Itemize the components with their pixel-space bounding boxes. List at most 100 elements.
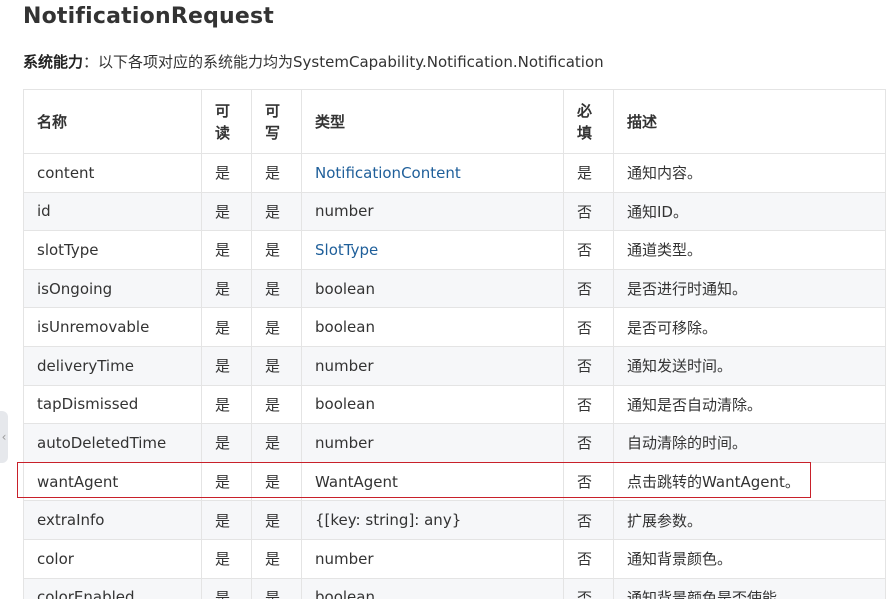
table-row: autoDeletedTime 是是 number 否自动清除的时间。: [23, 423, 886, 463]
cell-name: wantAgent: [23, 461, 202, 502]
cell-readable: 是: [201, 500, 252, 540]
cell-readable: 是: [201, 345, 252, 386]
cell-name: color: [23, 538, 202, 579]
type-link[interactable]: NotificationContent: [315, 164, 461, 182]
table-row: isOngoing 是是 boolean 否是否进行时通知。: [23, 268, 886, 309]
cell-description: 通知内容。: [613, 153, 886, 193]
cell-description: 通道类型。: [613, 230, 886, 270]
cell-writable: 是: [251, 423, 302, 463]
cell-readable: 是: [201, 153, 252, 193]
cell-writable: 是: [251, 153, 302, 193]
cell-type: number: [301, 345, 564, 386]
cell-required: 否: [563, 307, 614, 347]
cell-name: isUnremovable: [23, 307, 202, 347]
header-description: 描述: [613, 89, 886, 154]
chevron-left-icon: ‹: [1, 430, 7, 444]
cell-writable: 是: [251, 577, 302, 599]
cell-name: tapDismissed: [23, 384, 202, 425]
page: NotificationRequest 系统能力：以下各项对应的系统能力均为Sy…: [0, 0, 894, 599]
cell-required: 否: [563, 191, 614, 232]
cell-type: number: [301, 538, 564, 579]
cell-readable: 是: [201, 384, 252, 425]
cell-readable: 是: [201, 191, 252, 232]
cell-description: 是否可移除。: [613, 307, 886, 347]
cell-name: colorEnabled: [23, 577, 202, 599]
cell-name: id: [23, 191, 202, 232]
table-row: extraInfo 是是 {[key: string]: any} 否扩展参数。: [23, 500, 886, 540]
cell-readable: 是: [201, 461, 252, 502]
cell-type: WantAgent: [301, 461, 564, 502]
cell-type: number: [301, 191, 564, 232]
cell-readable: 是: [201, 230, 252, 270]
cell-type: boolean: [301, 268, 564, 309]
cell-description: 扩展参数。: [613, 500, 886, 540]
table-row: deliveryTime 是是 number 否通知发送时间。: [23, 345, 886, 386]
cell-name: deliveryTime: [23, 345, 202, 386]
notification-request-table: 名称 可读 可写 类型 必填 描述 content 是是 NotificationC…: [23, 89, 886, 599]
header-writable: 可写: [251, 89, 302, 154]
header-readable: 可读: [201, 89, 252, 154]
cell-writable: 是: [251, 307, 302, 347]
cell-type: SlotType: [301, 230, 564, 270]
table-header-row: 名称 可读 可写 类型 必填 描述: [23, 89, 886, 154]
cell-type: number: [301, 423, 564, 463]
cell-description: 通知背景颜色是否使能。: [613, 577, 886, 599]
table-row: slotType 是是 SlotType 否通道类型。: [23, 230, 886, 270]
cell-description: 通知是否自动清除。: [613, 384, 886, 425]
cell-writable: 是: [251, 230, 302, 270]
cell-writable: 是: [251, 461, 302, 502]
cell-writable: 是: [251, 384, 302, 425]
type-link[interactable]: SlotType: [315, 241, 378, 259]
cell-writable: 是: [251, 191, 302, 232]
header-type: 类型: [301, 89, 564, 154]
cell-name: content: [23, 153, 202, 193]
cell-description: 通知发送时间。: [613, 345, 886, 386]
cell-required: 否: [563, 538, 614, 579]
cell-type: boolean: [301, 577, 564, 599]
table-row: wantAgent 是是 WantAgent 否点击跳转的WantAgent。: [23, 461, 886, 502]
cell-name: slotType: [23, 230, 202, 270]
cell-description: 自动清除的时间。: [613, 423, 886, 463]
cell-required: 否: [563, 577, 614, 599]
cell-writable: 是: [251, 268, 302, 309]
cell-description: 通知背景颜色。: [613, 538, 886, 579]
cell-required: 否: [563, 345, 614, 386]
system-capability-line: 系统能力：以下各项对应的系统能力均为SystemCapability.Notif…: [23, 51, 604, 72]
cell-required: 是: [563, 153, 614, 193]
table-row: tapDismissed 是是 boolean 否通知是否自动清除。: [23, 384, 886, 425]
cell-required: 否: [563, 500, 614, 540]
cell-readable: 是: [201, 577, 252, 599]
cell-writable: 是: [251, 538, 302, 579]
header-name: 名称: [23, 89, 202, 154]
capability-text: 以下各项对应的系统能力均为SystemCapability.Notificati…: [98, 53, 604, 71]
table-row: id 是是 number 否通知ID。: [23, 191, 886, 232]
cell-description: 是否进行时通知。: [613, 268, 886, 309]
cell-description: 点击跳转的WantAgent。: [613, 461, 886, 502]
cell-name: extraInfo: [23, 500, 202, 540]
cell-required: 否: [563, 268, 614, 309]
cell-type: NotificationContent: [301, 153, 564, 193]
cell-description: 通知ID。: [613, 191, 886, 232]
cell-name: autoDeletedTime: [23, 423, 202, 463]
table-row: content 是是 NotificationContent 是通知内容。: [23, 153, 886, 193]
cell-readable: 是: [201, 268, 252, 309]
cell-required: 否: [563, 461, 614, 502]
cell-type: boolean: [301, 384, 564, 425]
cell-type: {[key: string]: any}: [301, 500, 564, 540]
cell-readable: 是: [201, 423, 252, 463]
side-collapse-tab[interactable]: ‹: [0, 411, 8, 463]
cell-required: 否: [563, 423, 614, 463]
capability-separator: ：: [83, 53, 99, 71]
table-row: color 是是 number 否通知背景颜色。: [23, 538, 886, 579]
cell-required: 否: [563, 384, 614, 425]
cell-readable: 是: [201, 307, 252, 347]
cell-writable: 是: [251, 345, 302, 386]
capability-label: 系统能力: [23, 53, 84, 71]
header-required: 必填: [563, 89, 614, 154]
page-title: NotificationRequest: [23, 4, 275, 29]
table-row: isUnremovable 是是 boolean 否是否可移除。: [23, 307, 886, 347]
cell-readable: 是: [201, 538, 252, 579]
table-row: colorEnabled 是是 boolean 否通知背景颜色是否使能。: [23, 577, 886, 599]
cell-required: 否: [563, 230, 614, 270]
table-body: content 是是 NotificationContent 是通知内容。 id 是是 nu…: [23, 153, 886, 599]
